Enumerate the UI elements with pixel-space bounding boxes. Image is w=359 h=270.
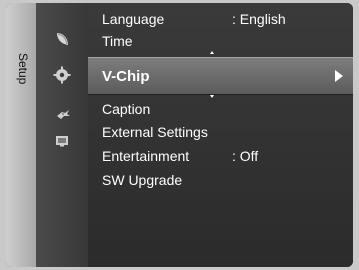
menu-item-language[interactable]: Language — [102, 11, 164, 27]
menu-item-time[interactable]: Time — [102, 33, 133, 49]
menu-item-v-chip-selected[interactable]: V-Chip — [88, 57, 353, 95]
setup-tab-label: Setup — [16, 53, 30, 85]
menu-item-external-settings[interactable]: External Settings — [102, 124, 208, 140]
scroll-up-indicator — [210, 51, 214, 54]
setup-tab[interactable]: Setup — [6, 3, 36, 267]
bird-icon[interactable] — [55, 106, 71, 122]
monitor-icon[interactable] — [54, 133, 70, 149]
category-icons — [36, 3, 127, 267]
gear-icon[interactable] — [53, 66, 71, 84]
menu-frame: Setup Language: English Time V-Chip Cap… — [0, 0, 359, 270]
satellite-dish-icon[interactable] — [54, 31, 70, 47]
menu-item-v-chip[interactable]: V-Chip — [102, 68, 150, 85]
setup-menu: Language : English Time V-Chip Caption E… — [88, 3, 353, 267]
menu-item-entertainment[interactable]: Entertainment — [102, 148, 189, 164]
menu-item-sw-upgrade[interactable]: SW Upgrade — [102, 172, 182, 188]
entertainment-value: : Off — [232, 148, 259, 164]
scroll-down-indicator — [210, 95, 214, 98]
menu-item-caption[interactable]: Caption — [102, 101, 150, 117]
chevron-right-icon — [335, 70, 343, 82]
language-value: : English — [232, 11, 286, 27]
